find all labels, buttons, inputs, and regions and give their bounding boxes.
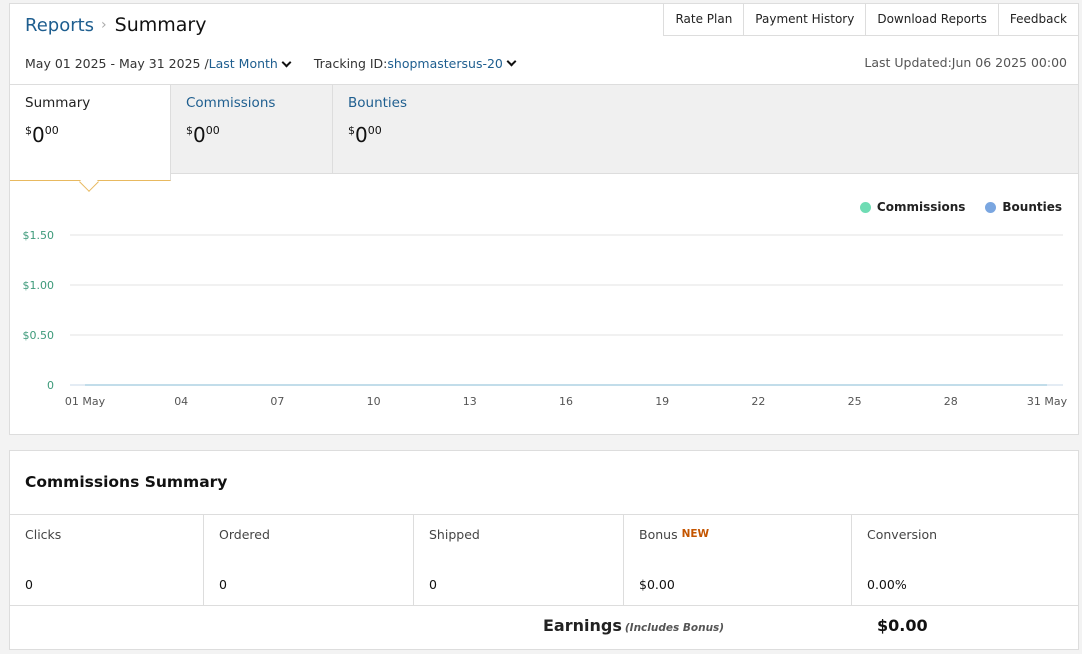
x-tick-label: 10 (367, 395, 381, 408)
x-tick-label: 04 (174, 395, 188, 408)
top-nav: Rate Plan Payment History Download Repor… (663, 4, 1078, 36)
tab-commissions-label: Commissions (186, 95, 276, 111)
stat-label: Conversion (867, 527, 938, 542)
stat-bonus: Bonus NEW $0.00 (624, 515, 852, 605)
y-tick-label: 0 (47, 379, 54, 392)
stat-bonus-label: Bonus (639, 527, 678, 542)
currency-symbol: $ (348, 124, 355, 137)
last-updated: Last Updated:Jun 06 2025 00:00 (864, 55, 1067, 70)
tab-bounties-label: Bounties (348, 95, 408, 111)
stat-ordered: Ordered 0 (204, 515, 414, 605)
amount-whole: 0 (193, 123, 206, 147)
chevron-down-icon (281, 57, 292, 68)
stat-clicks: Clicks 0 (10, 515, 204, 605)
amount-whole: 0 (355, 123, 368, 147)
stat-label: Clicks (25, 527, 62, 542)
stats-row: Clicks 0 Ordered 0 Shipped 0 Bonus NEW $0… (10, 514, 1078, 606)
currency-symbol: $ (186, 124, 193, 137)
amount-cents: 00 (205, 124, 220, 137)
stat-value: 0 (219, 577, 227, 592)
stat-label: Bonus NEW (639, 527, 836, 542)
report-card: Reports › Summary Rate Plan Payment Hist… (9, 3, 1079, 435)
x-tick-label: 31 May (1027, 395, 1068, 408)
stat-value: 0 (429, 577, 437, 592)
x-tick-label: 25 (848, 395, 862, 408)
x-tick-label: 16 (559, 395, 573, 408)
breadcrumb-reports-link[interactable]: Reports (25, 15, 94, 36)
stat-value: $0.00 (639, 577, 675, 592)
feedback-button[interactable]: Feedback (997, 4, 1078, 36)
x-tick-label: 28 (944, 395, 958, 408)
new-badge: NEW (681, 528, 710, 540)
date-range: May 01 2025 - May 31 2025 / (25, 56, 209, 71)
tab-bounties-amount: $000 (348, 123, 518, 147)
x-tick-label: 01 May (65, 395, 106, 408)
stat-value: 0.00% (867, 577, 907, 592)
x-tick-label: 19 (655, 395, 669, 408)
earnings-value: $0.00 (877, 616, 928, 635)
chevron-down-icon (506, 56, 517, 67)
stat-label: Shipped (429, 527, 480, 542)
tab-bounties[interactable]: Bounties $000 (333, 85, 533, 174)
breadcrumb-separator-icon: › (101, 17, 107, 33)
tracking-id-label: Tracking ID: (313, 56, 388, 71)
y-tick-label: $0.50 (23, 329, 55, 342)
earnings-label: Earnings (543, 616, 622, 635)
y-tick-label: $1.50 (23, 229, 55, 242)
amount-cents: 00 (367, 124, 382, 137)
report-filters: May 01 2025 - May 31 2025 / Last Month T… (25, 56, 517, 71)
amount-cents: 00 (44, 124, 59, 137)
x-tick-label: 13 (463, 395, 477, 408)
x-tick-label: 07 (270, 395, 284, 408)
commissions-summary-title: Commissions Summary (25, 473, 228, 491)
rate-plan-button[interactable]: Rate Plan (663, 4, 744, 36)
x-tick-label: 22 (751, 395, 765, 408)
payment-history-button[interactable]: Payment History (743, 4, 866, 36)
tab-commissions-amount: $000 (186, 123, 317, 147)
stat-conversion: Conversion 0.00% (852, 515, 1078, 605)
period-label: Last Month (208, 56, 278, 71)
summary-tabs: Summary $000 Commissions $000 Bounties $… (10, 84, 1078, 192)
earnings-chart: $1.50 $1.00 $0.50 0 01 May 04 07 10 13 16 19 22 25 28… (23, 229, 1068, 408)
page-title: Summary (114, 14, 207, 36)
download-reports-button[interactable]: Download Reports (865, 4, 998, 36)
tracking-id-value: shopmastersus-20 (387, 56, 503, 71)
period-dropdown[interactable]: Last Month (208, 56, 292, 71)
tracking-id-dropdown[interactable]: Tracking ID: shopmastersus-20 (313, 56, 517, 71)
earnings-row: Earnings (Includes Bonus) $0.00 (10, 614, 1078, 644)
tab-summary-amount: $000 (25, 123, 155, 147)
tab-summary[interactable]: Summary $000 (10, 85, 171, 192)
stat-value: 0 (25, 577, 33, 592)
stat-label: Ordered (219, 527, 270, 542)
tab-summary-label: Summary (25, 95, 91, 111)
commissions-summary-card: Commissions Summary Clicks 0 Ordered 0 S… (9, 450, 1079, 650)
breadcrumb: Reports › Summary (25, 14, 206, 36)
stat-shipped: Shipped 0 (414, 515, 624, 605)
amount-whole: 0 (32, 123, 45, 147)
earnings-note: (Includes Bonus) (624, 622, 725, 634)
currency-symbol: $ (25, 124, 32, 137)
earnings-label-group: Earnings (Includes Bonus) (543, 616, 724, 635)
tab-commissions[interactable]: Commissions $000 (171, 85, 333, 174)
y-tick-label: $1.00 (23, 279, 55, 292)
active-tab-pointer (79, 172, 99, 192)
